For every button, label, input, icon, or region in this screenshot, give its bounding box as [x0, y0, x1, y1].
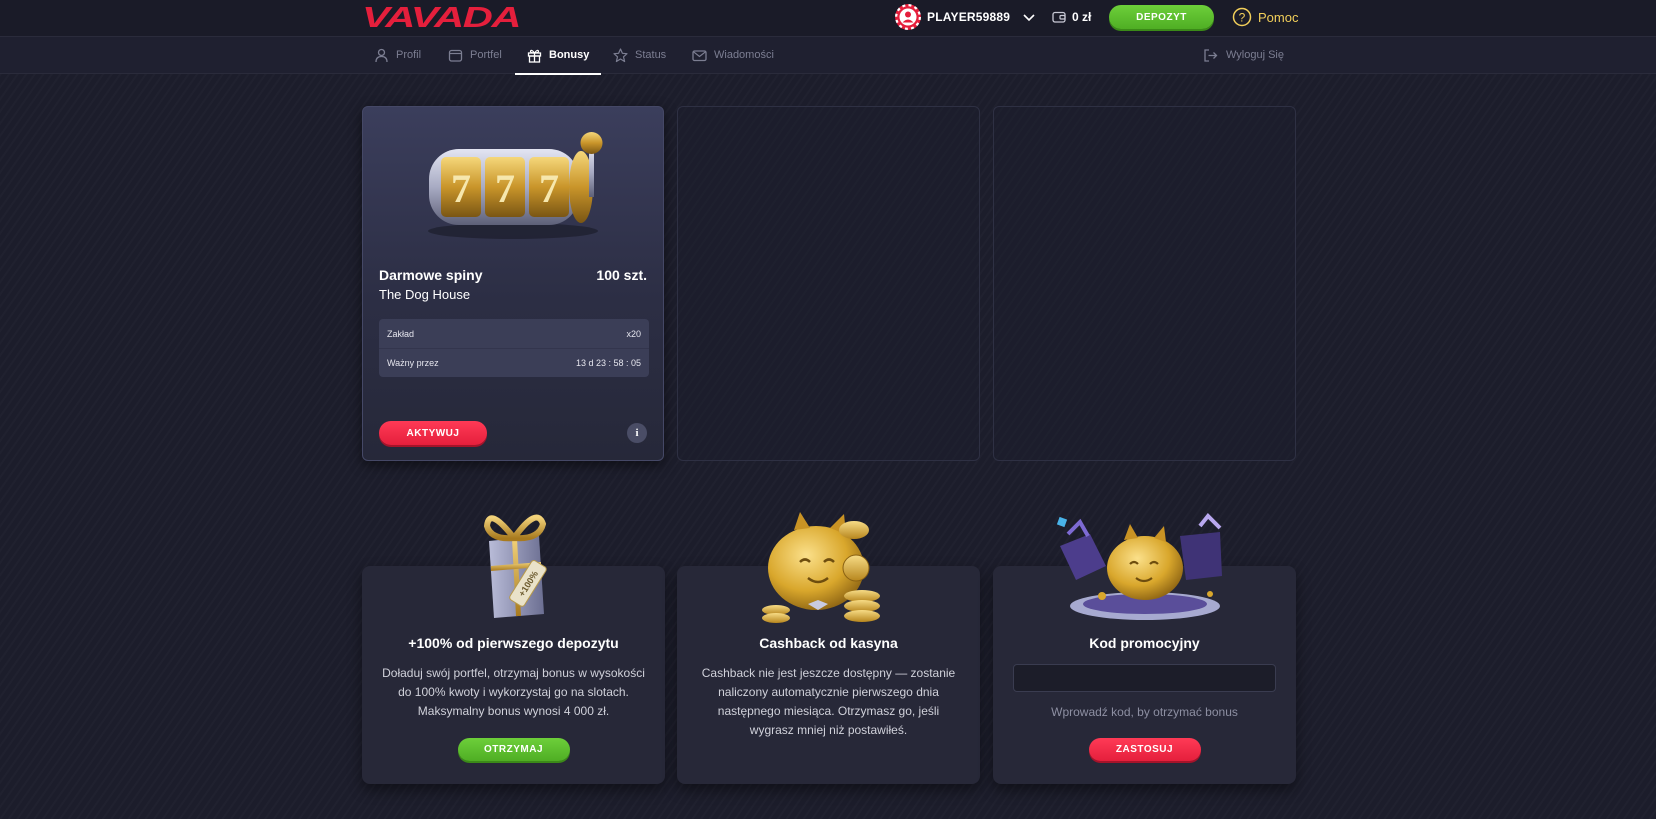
deposit-button[interactable]: DEPOZYT — [1109, 5, 1214, 29]
slot-machine-image: 7 7 7 — [428, 132, 603, 239]
help-link[interactable]: ? Pomoc — [1232, 7, 1298, 27]
avatar — [895, 4, 921, 30]
wallet-icon — [1052, 11, 1066, 23]
wager-value: x20 — [626, 328, 641, 339]
wager-label: Zakład — [387, 328, 415, 339]
claim-button[interactable]: OTRZYMAJ — [457, 738, 570, 761]
empty-bonus-slot — [677, 106, 980, 461]
apply-code-button[interactable]: ZASTOSUJ — [1088, 738, 1201, 761]
promo-description: Doładuj swój portfel, otrzymaj bonus w w… — [382, 666, 645, 718]
wallet-icon — [448, 49, 463, 62]
gift-icon — [527, 49, 542, 63]
tab-label: Portfel — [470, 49, 502, 61]
balance-display[interactable]: 0 zł — [1052, 10, 1091, 24]
piggy-bank-image — [761, 512, 880, 623]
validity-label: Ważny przez — [387, 358, 439, 368]
piggy-bank-gifts-image — [1056, 513, 1222, 620]
bonus-amount: 100 szt. — [596, 267, 647, 283]
player-name: PLAYER59889 — [927, 10, 1011, 24]
gift-box-image: +100% — [483, 514, 547, 618]
chevron-down-icon — [1023, 14, 1035, 22]
tab-portfel[interactable]: Portfel — [448, 37, 502, 73]
account-tabs: Profil Portfel Bonusy Status Wiadomości … — [0, 37, 1656, 75]
table-row: Ważny przez 13 d 23 : 58 : 05 — [379, 348, 649, 377]
tab-status[interactable]: Status — [613, 37, 666, 73]
tab-label: Wiadomości — [714, 49, 774, 61]
promo-title: Cashback od kasyna — [759, 635, 898, 651]
logo-text: VAVADA — [362, 3, 520, 31]
logout-button[interactable]: Wyloguj Się — [1203, 37, 1284, 73]
tab-wiadomosci[interactable]: Wiadomości — [692, 37, 774, 73]
promo-description: Cashback nie jest jeszcze dostępny — zos… — [701, 666, 956, 737]
validity-countdown: 13 d 23 : 58 : 05 — [575, 358, 641, 368]
promo-title: Kod promocyjny — [1089, 635, 1200, 651]
first-deposit-promo-card: +100% +100% od pierwszego depozytu Doład… — [362, 514, 665, 784]
tab-bonusy[interactable]: Bonusy — [514, 37, 602, 75]
star-icon — [613, 47, 628, 62]
empty-bonus-slot — [993, 106, 1296, 461]
top-header: VAVADA PLAYER59889 0 zł DEPOZYT ? Pomoc — [0, 0, 1656, 37]
promo-title: +100% od pierwszego depozytu — [408, 635, 619, 651]
help-label: Pomoc — [1258, 9, 1299, 25]
svg-text:7: 7 — [451, 166, 471, 211]
free-spins-bonus-card: 7 7 7 Darmowe spiny 100 szt. The Dog Hou… — [362, 106, 664, 461]
promo-code-hint: Wprowadź kod, by otrzymać bonus — [1051, 705, 1238, 719]
bonus-details-table: Zakład x20 Ważny przez 13 d 23 : 58 : 05 — [379, 319, 649, 377]
svg-text:7: 7 — [539, 166, 559, 211]
help-icon: ? — [1232, 7, 1252, 27]
cashback-promo-card: Cashback od kasyna Cashback nie jest jes… — [677, 512, 980, 784]
tab-label: Status — [635, 49, 667, 61]
logout-label: Wyloguj Się — [1226, 49, 1284, 61]
info-icon[interactable]: i — [627, 423, 647, 443]
user-icon — [375, 48, 388, 62]
svg-text:?: ? — [1239, 11, 1246, 25]
logout-icon — [1204, 48, 1218, 62]
promo-code-card: Kod promocyjny Wprowadź kod, by otrzymać… — [993, 513, 1296, 784]
promo-code-input[interactable] — [1013, 664, 1276, 692]
activate-button[interactable]: AKTYWUJ — [379, 421, 487, 445]
tab-profil[interactable]: Profil — [374, 37, 421, 73]
bonus-title: Darmowe spiny — [379, 267, 483, 283]
tab-label: Bonusy — [549, 49, 590, 61]
tab-label: Profil — [396, 49, 422, 61]
vavada-logo[interactable]: VAVADA — [362, 3, 522, 31]
balance-value: 0 zł — [1072, 10, 1092, 24]
bonus-game: The Dog House — [379, 287, 471, 302]
table-row: Zakład x20 — [379, 319, 649, 348]
mail-icon — [692, 49, 707, 61]
player-menu[interactable]: PLAYER59889 — [895, 4, 1036, 30]
svg-text:7: 7 — [495, 166, 515, 211]
